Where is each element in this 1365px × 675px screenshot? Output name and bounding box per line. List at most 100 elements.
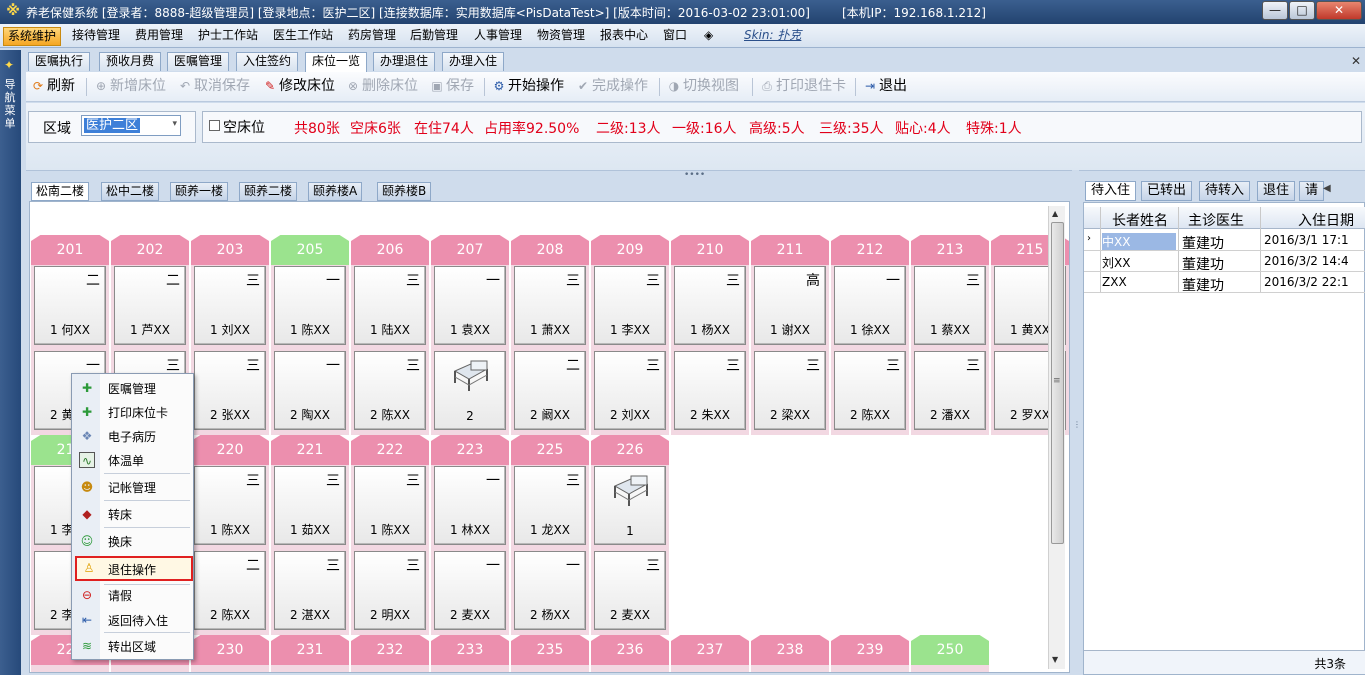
tab-floor-songzhong2[interactable]: 松中二楼 [101, 182, 160, 201]
bed-card[interactable]: 三 2 潘XX [914, 351, 986, 430]
bed-card[interactable]: 三 1 李XX [594, 266, 666, 345]
cell-checkin-date[interactable]: 2016/3/1 17:1 [1264, 233, 1349, 247]
add-bed-button[interactable]: ⊕ 新增床位 [94, 77, 166, 97]
cell-checkin-date[interactable]: 2016/3/2 14:4 [1264, 254, 1349, 268]
ctx-transfer-bed[interactable]: ◆ 转床 [73, 503, 193, 525]
bed-card[interactable]: 三 1 萧XX [514, 266, 586, 345]
start-operation-button[interactable]: ⚙ 开始操作 [492, 77, 564, 97]
bed-card[interactable]: 二 1 芦XX [114, 266, 186, 345]
room-number[interactable]: 225 [511, 435, 589, 465]
region-select[interactable]: 医护二区 ▾ [81, 115, 181, 136]
menu-fees[interactable]: 费用管理 [131, 27, 187, 46]
menu-system[interactable]: 系统维护 [3, 27, 62, 46]
tab-floor-yiyang2[interactable]: 颐养二楼 [239, 182, 298, 201]
room-number[interactable]: 232 [351, 635, 429, 665]
finish-operation-button[interactable]: ✔ 完成操作 [576, 77, 648, 97]
grid-row[interactable]: ZXX 董建功 2016/3/2 22:1 [1084, 272, 1365, 294]
bed-card[interactable]: 三 2 陈XX [354, 351, 426, 430]
room-number[interactable]: 208 [511, 235, 589, 265]
room-number[interactable]: 212 [831, 235, 909, 265]
bed-card[interactable]: 三 2 朱XX [674, 351, 746, 430]
menu-extra-icon[interactable]: ◈ [700, 27, 717, 46]
ctx-temperature-sheet[interactable]: ∿ 体温单 [73, 449, 193, 471]
vertical-splitter[interactable]: ⋮ [1072, 170, 1081, 675]
menu-materials[interactable]: 物资管理 [533, 27, 589, 46]
close-tab-icon[interactable]: ✕ [1351, 54, 1361, 68]
bed-card[interactable]: 三 1 龙XX [514, 466, 586, 545]
room-number[interactable]: 236 [591, 635, 669, 665]
col-elder-name[interactable]: 长者姓名 [1112, 210, 1168, 230]
room-number[interactable]: 211 [751, 235, 829, 265]
room-number[interactable]: 210 [671, 235, 749, 265]
pin-icon[interactable]: ✦ [4, 58, 14, 72]
room-number[interactable]: 226 [591, 435, 669, 465]
bed-card[interactable]: 三 2 湛XX [274, 551, 346, 630]
bed-card[interactable]: 二 2 阚XX [514, 351, 586, 430]
minimize-button[interactable]: — [1262, 1, 1288, 20]
bed-card[interactable]: 一 1 袁XX [434, 266, 506, 345]
bed-card[interactable]: 三 1 杨XX [674, 266, 746, 345]
exit-button[interactable]: ⇥ 退出 [863, 77, 907, 97]
tab-prepaid[interactable]: 预收月费 [99, 52, 162, 71]
tab-checkout[interactable]: 办理退住 [373, 52, 436, 71]
room-number[interactable]: 222 [351, 435, 429, 465]
maximize-button[interactable]: □ [1289, 1, 1315, 20]
chevron-down-icon[interactable]: ▾ [172, 119, 177, 129]
scroll-up-icon[interactable]: ▲ [1052, 209, 1058, 218]
ctx-move-out-region[interactable]: ≋ 转出区域 [73, 635, 193, 657]
tab-pending-transfer-in[interactable]: 待转入 [1199, 181, 1251, 201]
bed-card[interactable]: 1 [594, 466, 666, 545]
tab-floor-yiyang-b[interactable]: 颐养楼B [377, 182, 432, 201]
menu-hr[interactable]: 人事管理 [470, 27, 526, 46]
bed-card[interactable]: 高 1 谢XX [754, 266, 826, 345]
empty-bed-checkbox[interactable] [209, 120, 220, 131]
menu-window[interactable]: 窗口 [659, 27, 691, 46]
menu-reception[interactable]: 接待管理 [68, 27, 124, 46]
ctx-return-pending[interactable]: ⇤ 返回待入住 [73, 609, 193, 631]
bed-card[interactable]: 二 2 陈XX [194, 551, 266, 630]
ctx-checkout[interactable]: ♙ 退住操作 [75, 556, 193, 581]
cell-doctor[interactable]: 董建功 [1182, 254, 1224, 274]
room-number[interactable]: 230 [191, 635, 269, 665]
tab-checkin[interactable]: 办理入住 [442, 52, 505, 71]
bed-card[interactable]: 三 1 陆XX [354, 266, 426, 345]
bed-card[interactable]: 一 2 麦XX [434, 551, 506, 630]
nav-strip[interactable]: ✦ 导航菜单 [0, 50, 21, 675]
bed-card[interactable]: 三 1 刘XX [194, 266, 266, 345]
horizontal-splitter[interactable]: •••• [684, 170, 705, 180]
edit-bed-button[interactable]: ✎ 修改床位 [263, 77, 335, 97]
menu-doctor-station[interactable]: 医生工作站 [269, 27, 337, 46]
menu-reports[interactable]: 报表中心 [596, 27, 652, 46]
bed-card[interactable]: 三 1 陈XX [354, 466, 426, 545]
room-number[interactable]: 201 [31, 235, 109, 265]
switch-view-button[interactable]: ◑ 切换视图 [667, 77, 739, 97]
bed-card[interactable]: 一 1 徐XX [834, 266, 906, 345]
ctx-swap-bed[interactable]: ☺ 换床 [73, 530, 193, 552]
cell-elder-name[interactable]: 中XX [1102, 233, 1176, 250]
bed-card[interactable]: 三 1 茹XX [274, 466, 346, 545]
bed-card[interactable]: 一 2 陶XX [274, 351, 346, 430]
menu-pharmacy[interactable]: 药房管理 [344, 27, 400, 46]
room-number[interactable]: 220 [191, 435, 269, 465]
tab-floor-songnan2[interactable]: 松南二楼 [31, 182, 90, 201]
ctx-print-bed-card[interactable]: ✚ 打印床位卡 [73, 401, 193, 423]
room-number[interactable]: 206 [351, 235, 429, 265]
scroll-down-icon[interactable]: ▼ [1052, 655, 1058, 664]
tab-leave[interactable]: 请 [1299, 181, 1325, 201]
bed-card[interactable]: 三 2 张XX [194, 351, 266, 430]
room-number[interactable]: 233 [431, 635, 509, 665]
grid-row[interactable]: 刘XX 董建功 2016/3/2 14:4 [1084, 251, 1365, 274]
cell-elder-name[interactable]: ZXX [1102, 275, 1127, 289]
grid-row[interactable]: › 中XX 董建功 2016/3/1 17:1 [1084, 230, 1365, 252]
room-number[interactable]: 221 [271, 435, 349, 465]
room-number[interactable]: 239 [831, 635, 909, 665]
bed-card[interactable]: 一 1 陈XX [274, 266, 346, 345]
room-number[interactable]: 223 [431, 435, 509, 465]
room-number[interactable]: 205 [271, 235, 349, 265]
tab-pending-checkin[interactable]: 待入住 [1085, 181, 1137, 201]
bed-card[interactable]: 三 2 刘XX [594, 351, 666, 430]
bed-card[interactable]: 2 [434, 351, 506, 430]
refresh-button[interactable]: ⟳ 刷新 [31, 77, 75, 97]
tab-order-exec[interactable]: 医嘱执行 [28, 52, 91, 71]
bed-card[interactable]: 三 2 麦XX [594, 551, 666, 630]
